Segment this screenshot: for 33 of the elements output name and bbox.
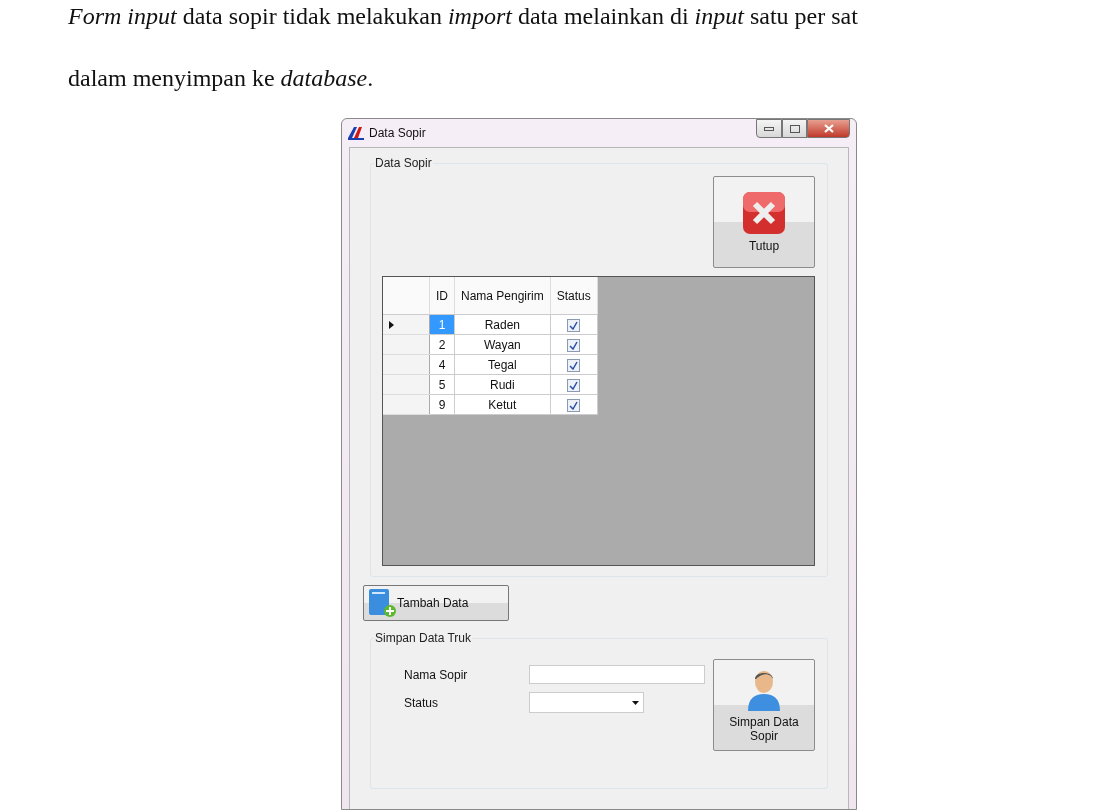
checkbox[interactable] [567,338,581,352]
checkbox[interactable] [567,358,581,372]
save-driver-button[interactable]: Simpan Data Sopir [713,659,815,751]
document-text: dalam menyimpan ke database. [68,64,375,93]
caret-icon [632,700,639,705]
book-add-icon [367,588,397,618]
current-row-icon [389,320,394,329]
maximize-button[interactable] [782,119,807,138]
close-form-button[interactable]: Tutup [713,176,815,268]
document-text: Form input data sopir tidak melakukan import data melainkan di input satu per sat [68,2,859,31]
field-label: Nama Sopir [404,667,469,682]
window-title: Data Sopir [369,126,427,140]
group-title: Simpan Data Truk [374,631,473,645]
maximize-icon [789,124,800,133]
checkbox[interactable] [567,398,581,412]
close-icon [742,191,786,235]
minimize-button[interactable] [756,119,782,138]
column-header[interactable]: ID [429,277,455,315]
app-logo-icon [348,126,364,140]
row-header-corner [383,277,430,315]
group-title: Data Sopir [374,156,433,170]
row-header[interactable] [383,314,430,335]
column-header[interactable]: Nama Pengirim [454,277,551,315]
close-button[interactable] [807,119,850,138]
column-header[interactable]: Status [550,277,598,315]
field-label: Status [404,695,440,710]
input-field[interactable] [529,665,705,684]
dropdown-field[interactable] [529,692,644,713]
minimize-icon [764,126,774,131]
checkbox[interactable] [567,318,581,332]
checkbox[interactable] [567,378,581,392]
close-icon [823,124,834,133]
add-data-button[interactable]: Tambah Data [363,585,509,621]
